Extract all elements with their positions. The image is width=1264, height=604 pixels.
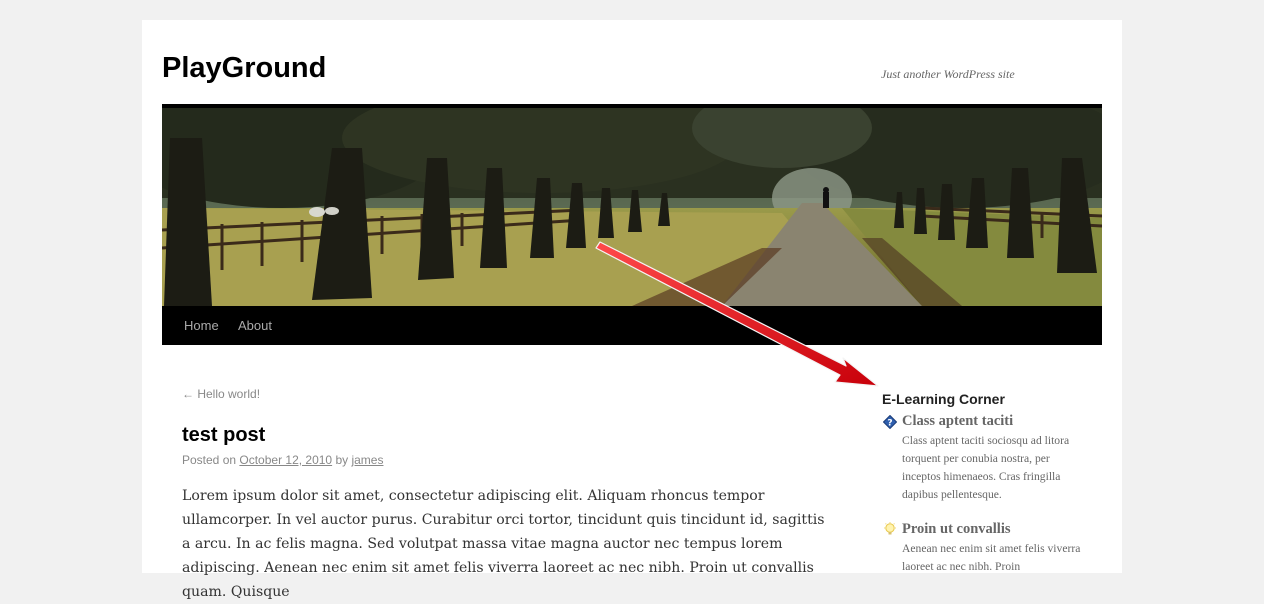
post-meta-prefix: Posted on (182, 453, 240, 467)
post-meta-by: by (332, 453, 352, 467)
widget-title: E-Learning Corner (882, 391, 1005, 407)
post-author-link[interactable]: james (351, 453, 383, 467)
lightbulb-icon (884, 522, 896, 535)
page-wrapper: PlayGround Just another WordPress site H… (142, 20, 1122, 600)
widget-item-title[interactable]: Proin ut convallis (902, 521, 1011, 538)
nav-item-about[interactable]: About (238, 306, 272, 345)
nav-item-home[interactable]: Home (184, 306, 219, 345)
main-navigation: Home About (162, 306, 1102, 345)
header-banner-image (162, 108, 1102, 306)
blue-diamond-icon: ? (883, 415, 897, 429)
svg-text:?: ? (887, 419, 892, 429)
post-content: Lorem ipsum dolor sit amet, consectetur … (182, 488, 825, 600)
widget-item-text: Aenean nec enim sit amet felis viverra l… (902, 542, 1081, 573)
post-meta: Posted on October 12, 2010 by james (182, 453, 383, 467)
site-title[interactable]: PlayGround (162, 51, 326, 85)
site-description: Just another WordPress site (881, 67, 1015, 81)
widget-item-title[interactable]: Class aptent taciti (902, 413, 1013, 430)
post-title: test post (182, 424, 266, 446)
widget-item-text: Class aptent taciti sociosqu ad litora t… (902, 434, 1070, 501)
previous-post-link[interactable]: ← Hello world! (182, 387, 260, 401)
post-date-link[interactable]: October 12, 2010 (239, 453, 332, 467)
